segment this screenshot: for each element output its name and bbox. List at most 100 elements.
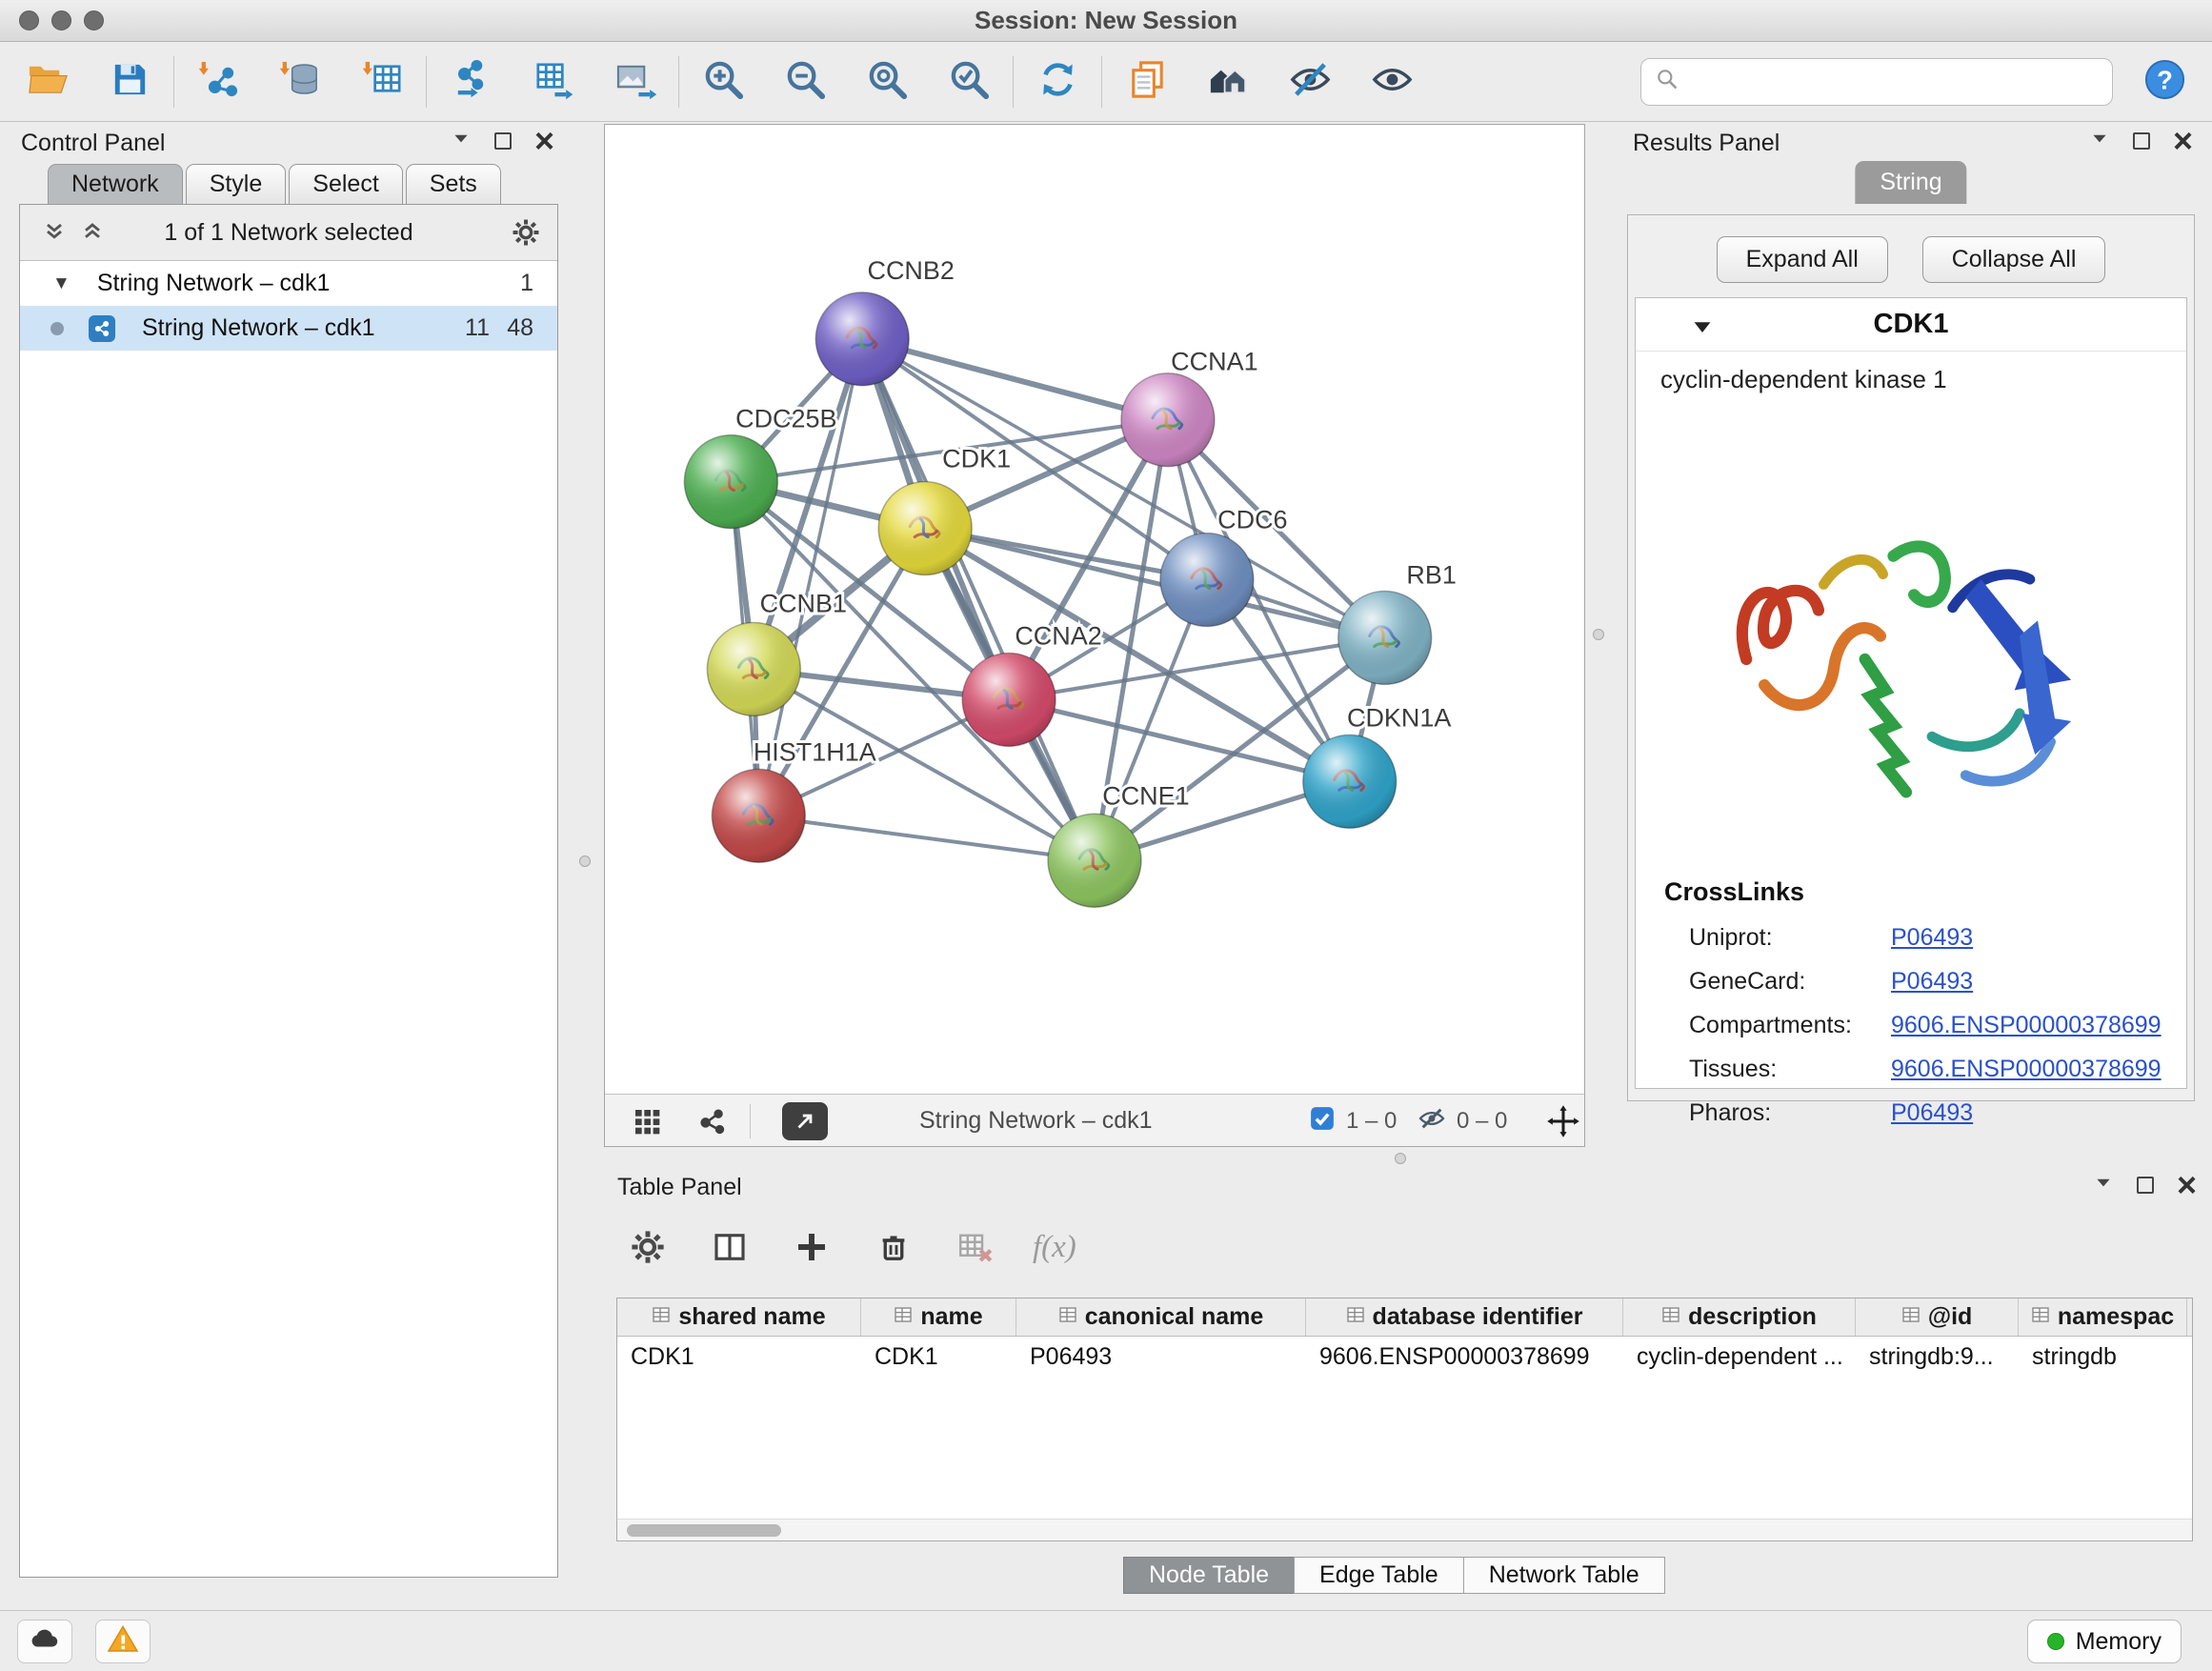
collection-caret-icon[interactable]: ▼ [52, 273, 70, 294]
add-column-button[interactable] [787, 1222, 836, 1272]
table-panel-float-button[interactable] [2137, 1177, 2154, 1194]
results-panel-menu-icon[interactable] [2089, 128, 2110, 153]
selected-nodes-indicator[interactable]: 1 – 0 [1308, 1095, 1397, 1147]
zoom-out-button[interactable] [774, 51, 835, 112]
network-node-CCNA1[interactable] [1121, 373, 1215, 467]
warnings-button[interactable] [95, 1620, 151, 1663]
network-options-gear-icon[interactable] [510, 216, 542, 253]
collapse-all-button[interactable]: Collapse All [1922, 236, 2106, 283]
zoom-fit-button[interactable] [856, 51, 917, 112]
import-network-database-button[interactable] [270, 51, 331, 112]
home-views-button[interactable] [1197, 51, 1258, 112]
detach-view-button[interactable] [782, 1095, 828, 1147]
crosslink-value-link[interactable]: P06493 [1891, 1099, 1973, 1127]
network-node-CCNB1[interactable] [707, 622, 800, 715]
delete-column-button[interactable] [869, 1222, 918, 1272]
crosslink-value-link[interactable]: 9606.ENSP00000378699 [1891, 1056, 2162, 1083]
tab-network-table[interactable]: Network Table [1463, 1557, 1665, 1594]
close-window-button[interactable] [19, 10, 39, 30]
table-cell[interactable]: cyclin-dependent ... [1623, 1337, 1856, 1377]
network-node-HIST1H1A[interactable] [712, 769, 805, 862]
help-button[interactable]: ? [2134, 51, 2195, 112]
network-node-CDC25B[interactable] [684, 435, 777, 529]
function-builder-button[interactable]: f(x) [1033, 1230, 1076, 1265]
import-table-button[interactable] [352, 51, 412, 112]
export-table-button[interactable] [522, 51, 583, 112]
network-collection-row[interactable]: ▼ String Network – cdk1 1 [20, 261, 557, 306]
save-session-button[interactable] [99, 51, 160, 112]
annotation-documents-button[interactable] [1116, 51, 1176, 112]
table-cell[interactable]: stringdb [2019, 1337, 2187, 1377]
tab-network[interactable]: Network [48, 164, 183, 205]
column-header-name[interactable]: name [861, 1299, 1016, 1336]
tab-select[interactable]: Select [289, 164, 402, 205]
network-node-CDC6[interactable] [1160, 534, 1254, 627]
network-node-CCNE1[interactable] [1048, 814, 1141, 907]
network-overview-button[interactable] [695, 1095, 728, 1147]
column-header--id[interactable]: @id [1856, 1299, 2019, 1336]
show-graphics-details-button[interactable] [1361, 51, 1422, 112]
crosslink-value-link[interactable]: P06493 [1891, 924, 1973, 952]
minimize-window-button[interactable] [51, 10, 71, 30]
zoom-selected-button[interactable] [938, 51, 999, 112]
network-node-CDK1[interactable] [878, 482, 972, 575]
right-splitter-handle[interactable] [1593, 629, 1604, 640]
network-node-CCNA2[interactable] [962, 653, 1056, 746]
network-row[interactable]: String Network – cdk1 11 48 [20, 306, 557, 351]
maximize-window-button[interactable] [84, 10, 104, 30]
tab-style[interactable]: Style [186, 164, 287, 205]
table-cell[interactable]: P06493 [1016, 1337, 1306, 1377]
results-panel-close-button[interactable]: × [2173, 131, 2193, 151]
network-edge-CCNB2-CCNE1[interactable] [862, 339, 1095, 860]
hide-graphics-details-button[interactable] [1279, 51, 1340, 112]
control-panel-float-button[interactable] [494, 132, 512, 150]
table-cell[interactable]: CDK1 [861, 1337, 1016, 1377]
column-header-namespac[interactable]: namespac [2019, 1299, 2187, 1336]
zoom-in-button[interactable] [693, 51, 754, 112]
export-network-button[interactable] [440, 51, 501, 112]
tab-sets[interactable]: Sets [406, 164, 501, 205]
cloud-status-button[interactable] [17, 1620, 72, 1663]
birdseye-view-button[interactable] [632, 1095, 662, 1147]
open-session-button[interactable] [17, 51, 78, 112]
apply-layout-button[interactable] [1027, 51, 1088, 112]
column-header-description[interactable]: description [1623, 1299, 1856, 1336]
table-panel-close-button[interactable]: × [2177, 1176, 2197, 1195]
pan-mode-button[interactable] [1546, 1095, 1580, 1147]
left-splitter-handle[interactable] [579, 856, 591, 867]
column-header-shared-name[interactable]: shared name [617, 1299, 861, 1336]
memory-button[interactable]: Memory [2027, 1620, 2182, 1663]
export-image-button[interactable] [604, 51, 665, 112]
network-node-CCNB2[interactable] [815, 292, 909, 386]
network-node-CDKN1A[interactable] [1303, 735, 1397, 828]
table-panel-menu-icon[interactable] [2093, 1172, 2114, 1198]
expand-all-button[interactable]: Expand All [1717, 236, 1888, 283]
network-edge-CCNB2-CCNA1[interactable] [862, 339, 1168, 420]
import-network-file-button[interactable] [188, 51, 249, 112]
tab-edge-table[interactable]: Edge Table [1294, 1557, 1464, 1594]
table-cell[interactable]: 9606.ENSP00000378699 [1306, 1337, 1623, 1377]
table-options-gear-button[interactable] [623, 1222, 673, 1272]
network-edge-HIST1H1A-CCNE1[interactable] [758, 815, 1095, 860]
network-node-RB1[interactable] [1338, 592, 1432, 685]
delete-table-button[interactable] [951, 1222, 1000, 1272]
tab-string[interactable]: String [1855, 161, 1966, 204]
table-cell[interactable]: stringdb:9... [1856, 1337, 2019, 1377]
bottom-splitter-handle[interactable] [1395, 1153, 1406, 1164]
table-horizontal-scrollbar[interactable] [617, 1519, 2192, 1540]
hidden-elements-indicator[interactable]: 0 – 0 [1417, 1095, 1507, 1147]
column-header-database-identifier[interactable]: database identifier [1306, 1299, 1623, 1336]
crosslink-value-link[interactable]: P06493 [1891, 968, 1973, 996]
control-panel-close-button[interactable]: × [534, 131, 554, 151]
control-panel-menu-icon[interactable] [451, 128, 472, 153]
show-columns-button[interactable] [705, 1222, 754, 1272]
column-header-canonical-name[interactable]: canonical name [1016, 1299, 1306, 1336]
network-canvas[interactable]: CCNB2CCNA1CDC25BCDK1CDC6RB1CCNB1CCNA2CDK… [605, 125, 1584, 1094]
results-panel-float-button[interactable] [2133, 132, 2150, 150]
tab-node-table[interactable]: Node Table [1123, 1557, 1295, 1594]
table-row[interactable]: CDK1CDK1P064939606.ENSP00000378699cyclin… [617, 1337, 2192, 1377]
search-box[interactable] [1640, 58, 2113, 106]
table-cell[interactable]: CDK1 [617, 1337, 861, 1377]
search-input[interactable] [1689, 61, 2099, 103]
scrollbar-thumb[interactable] [627, 1524, 781, 1537]
